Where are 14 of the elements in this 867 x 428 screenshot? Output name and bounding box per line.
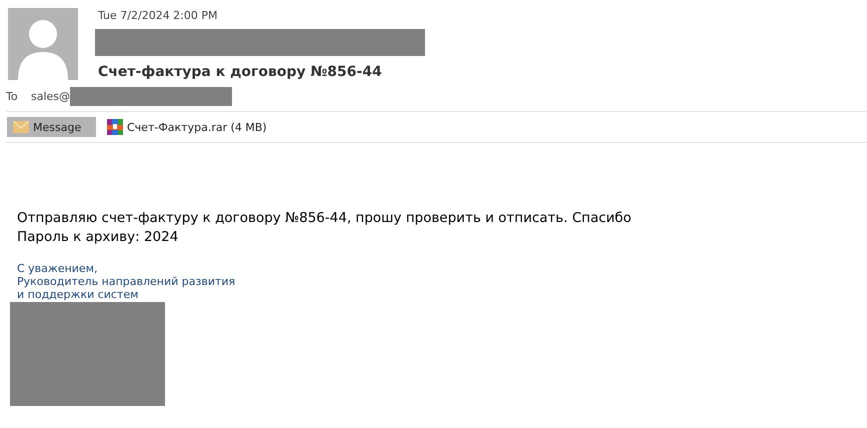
signature-text: С уважением, bbox=[17, 262, 98, 275]
body-text: Отправляю счет-фактуру к договору №856-44, прошу проверить и отписать. Спасибо bbox=[17, 209, 632, 228]
signature-text: Руководитель направлений развития bbox=[17, 275, 236, 288]
avatar-icon bbox=[8, 8, 78, 80]
email-subject: Счет-фактура к договору №856-44 bbox=[98, 64, 383, 80]
body-text: Пароль к архиву: 2024 bbox=[17, 228, 180, 247]
archive-icon bbox=[107, 119, 123, 135]
envelope-icon bbox=[13, 121, 29, 133]
sent-date: Tue 7/2/2024 2:00 PM bbox=[98, 9, 219, 22]
signature-text: и поддержки систем bbox=[17, 288, 140, 301]
recipient-address: sales@ bbox=[31, 90, 70, 102]
to-label: To bbox=[6, 90, 19, 102]
attachment-tab[interactable]: Message bbox=[7, 117, 96, 137]
attachment-tab[interactable]: Счет-Фактура.rar (4 MB) bbox=[101, 117, 273, 137]
